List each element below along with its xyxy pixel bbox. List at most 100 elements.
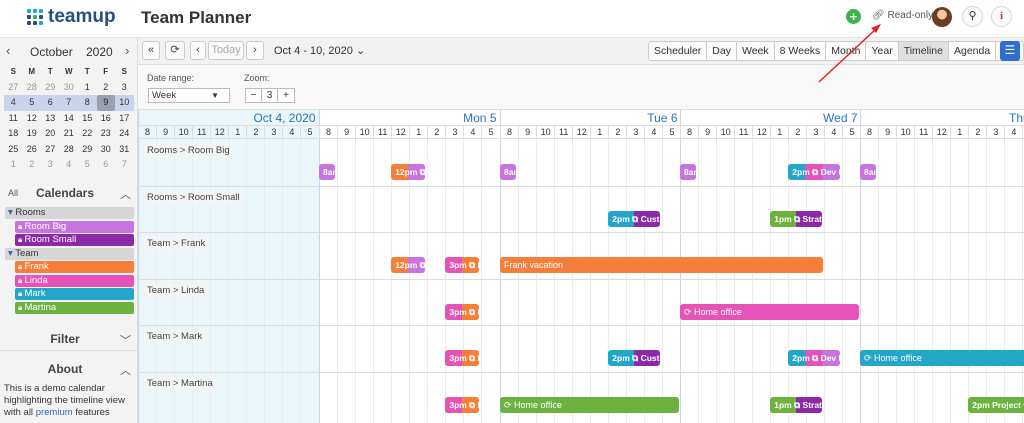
timeline-event[interactable]: 3pm ⧉ K bbox=[445, 303, 480, 320]
mini-calendar-day[interactable]: 27 bbox=[41, 142, 60, 158]
zoom-increase-button[interactable]: + bbox=[278, 89, 294, 102]
timeline-day-header[interactable]: Mon 5 bbox=[319, 110, 500, 126]
mini-calendar-day[interactable]: 6 bbox=[41, 95, 60, 111]
filter-expand-chevron-icon[interactable]: ﹀ bbox=[120, 332, 131, 348]
calendar-item[interactable]: 🔒︎ Room Small bbox=[15, 234, 134, 246]
mini-calendar-day[interactable]: 22 bbox=[78, 126, 97, 142]
view-scheduler-button[interactable]: Scheduler bbox=[649, 42, 708, 60]
next-month-chevron-icon[interactable]: › bbox=[125, 43, 129, 58]
prev-button[interactable]: ‹ bbox=[190, 41, 206, 60]
filter-panel-title[interactable]: Filter bbox=[0, 332, 130, 346]
mini-calendar-day[interactable]: 25 bbox=[4, 142, 23, 158]
about-panel-title[interactable]: About bbox=[0, 362, 130, 376]
mini-calendar-day[interactable]: 7 bbox=[115, 157, 134, 173]
premium-link[interactable]: premium bbox=[36, 407, 73, 418]
timeline-event[interactable]: Frank vacation bbox=[500, 257, 823, 273]
view-month-button[interactable]: Month bbox=[826, 42, 867, 60]
view-timeline-button[interactable]: Timeline bbox=[898, 42, 949, 60]
mini-calendar-day[interactable]: 2 bbox=[97, 80, 116, 96]
logo-text[interactable]: teamup bbox=[48, 6, 116, 28]
mini-calendar-day[interactable]: 16 bbox=[97, 111, 116, 127]
mini-calendar-day[interactable]: 24 bbox=[115, 126, 134, 142]
mini-calendar-day[interactable]: 20 bbox=[41, 126, 60, 142]
info-button[interactable]: i bbox=[991, 6, 1012, 27]
calendar-group[interactable]: ▾ Team bbox=[5, 247, 134, 260]
timeline-event[interactable]: 3pm ⧉ K bbox=[445, 396, 480, 413]
prev-month-chevron-icon[interactable]: ‹ bbox=[6, 43, 10, 58]
mini-calendar-day[interactable]: 12 bbox=[23, 111, 42, 127]
mini-calendar-day[interactable]: 15 bbox=[78, 111, 97, 127]
calendars-collapse-chevron-icon[interactable]: ︿ bbox=[120, 186, 131, 202]
mini-calendar-day[interactable]: 7 bbox=[59, 95, 78, 111]
mini-calendar-day[interactable]: 5 bbox=[22, 95, 41, 111]
mini-calendar-day[interactable]: 23 bbox=[97, 126, 116, 142]
zoom-decrease-button[interactable]: − bbox=[246, 89, 262, 102]
date-range-select[interactable]: Week ▼ bbox=[148, 88, 230, 103]
mini-calendar-day[interactable]: 5 bbox=[78, 157, 97, 173]
mini-calendar-day[interactable]: 8 bbox=[78, 95, 97, 111]
refresh-button[interactable]: ⟳ bbox=[165, 41, 185, 60]
mini-calendar-day[interactable]: 29 bbox=[78, 142, 97, 158]
mini-calendar-day[interactable]: 3 bbox=[41, 157, 60, 173]
date-range-title[interactable]: Oct 4 - 10, 2020 ⌄ bbox=[274, 44, 365, 57]
mini-calendar-day[interactable]: 17 bbox=[115, 111, 134, 127]
calendar-item[interactable]: 🔒︎ Linda bbox=[15, 274, 134, 287]
add-event-button[interactable]: + bbox=[846, 9, 861, 24]
calendar-group[interactable]: ▾ Rooms bbox=[5, 207, 134, 219]
search-button[interactable]: ⚲ bbox=[962, 6, 983, 27]
about-collapse-chevron-icon[interactable]: ︿ bbox=[120, 362, 131, 378]
timeline-day-header[interactable]: Oct 4, 2020 bbox=[138, 110, 319, 126]
view-week-button[interactable]: Week bbox=[737, 42, 775, 60]
timeline-event[interactable]: 8am bbox=[680, 164, 697, 180]
view-year-button[interactable]: Year bbox=[866, 42, 899, 60]
mini-calendar-day[interactable]: 21 bbox=[60, 126, 79, 142]
mini-calendar-day[interactable]: 4 bbox=[60, 157, 79, 173]
view-agenda-button[interactable]: Agenda bbox=[949, 42, 997, 60]
timeline-event[interactable]: 3pm ⧉ K bbox=[445, 257, 480, 273]
timeline-event[interactable]: 1pm ⧉ Strate bbox=[770, 396, 823, 413]
calendars-panel-title[interactable]: Calendars bbox=[0, 186, 130, 200]
timeline-event[interactable]: 2pm ⧉ Dev M bbox=[788, 164, 841, 180]
calendar-item[interactable]: 🔒︎ Martina bbox=[15, 301, 134, 314]
mini-calendar-day[interactable]: 9 bbox=[96, 95, 115, 111]
timeline-event[interactable]: 3pm ⧉ K bbox=[445, 350, 480, 366]
timeline-event[interactable]: 8am bbox=[500, 164, 517, 180]
mini-calendar-day[interactable]: 19 bbox=[23, 126, 42, 142]
mini-calendar-day[interactable]: 18 bbox=[4, 126, 23, 142]
timeline-event[interactable]: ⟳ Home office bbox=[680, 303, 859, 320]
timeline-event[interactable]: 2pm ⧉ Custo bbox=[608, 210, 661, 227]
mini-calendar-day[interactable]: 27 bbox=[4, 80, 23, 96]
mini-calendar-day[interactable]: 13 bbox=[41, 111, 60, 127]
mini-calendar-day[interactable]: 26 bbox=[23, 142, 42, 158]
mini-calendar-day[interactable]: 28 bbox=[60, 142, 79, 158]
mini-calendar-day[interactable]: 10 bbox=[115, 95, 134, 111]
fast-back-button[interactable]: « bbox=[142, 41, 160, 60]
mini-calendar-day[interactable]: 6 bbox=[97, 157, 116, 173]
view-8-weeks-button[interactable]: 8 Weeks bbox=[775, 42, 827, 60]
readonly-link[interactable]: 🔗︎ Read-only bbox=[872, 10, 933, 21]
mini-calendar-day[interactable]: 1 bbox=[78, 80, 97, 96]
calendar-item[interactable]: 🔒︎ Frank bbox=[15, 261, 134, 273]
mini-calendar-day[interactable]: 29 bbox=[41, 80, 60, 96]
view-day-button[interactable]: Day bbox=[707, 42, 737, 60]
timeline-event[interactable]: 8am bbox=[319, 164, 336, 180]
timeline-event[interactable]: 8am bbox=[860, 164, 877, 180]
timeline-event[interactable]: ⟳ Home office bbox=[500, 396, 679, 413]
timeline-day-header[interactable]: Tue 6 bbox=[500, 110, 681, 126]
calendar-item[interactable]: 🔒︎ Room Big bbox=[15, 220, 134, 233]
mini-calendar-day[interactable]: 30 bbox=[60, 80, 79, 96]
avatar[interactable] bbox=[932, 7, 952, 27]
timeline-event[interactable]: 1pm ⧉ Strate bbox=[770, 210, 823, 227]
timeline-day-header[interactable]: Wed 7 bbox=[680, 110, 861, 126]
timeline-event[interactable]: 12pm ⧉ bbox=[391, 164, 426, 180]
mini-calendar-day[interactable]: 3 bbox=[115, 80, 134, 96]
timeline-event[interactable]: 2pm ⧉ Custo bbox=[608, 350, 661, 366]
mini-calendar-day[interactable]: 1 bbox=[4, 157, 23, 173]
timeline-event[interactable]: 2pm ⧉ Dev M bbox=[788, 350, 841, 366]
timeline-event[interactable]: 12pm ⧉ bbox=[391, 257, 426, 273]
mini-calendar-day[interactable]: 4 bbox=[4, 95, 23, 111]
today-button[interactable]: Today bbox=[208, 41, 244, 60]
mini-calendar-day[interactable]: 30 bbox=[97, 142, 116, 158]
timeline-day-header[interactable]: Thu bbox=[860, 110, 1024, 126]
calendar-item[interactable]: 🔒︎ Mark bbox=[15, 288, 134, 300]
